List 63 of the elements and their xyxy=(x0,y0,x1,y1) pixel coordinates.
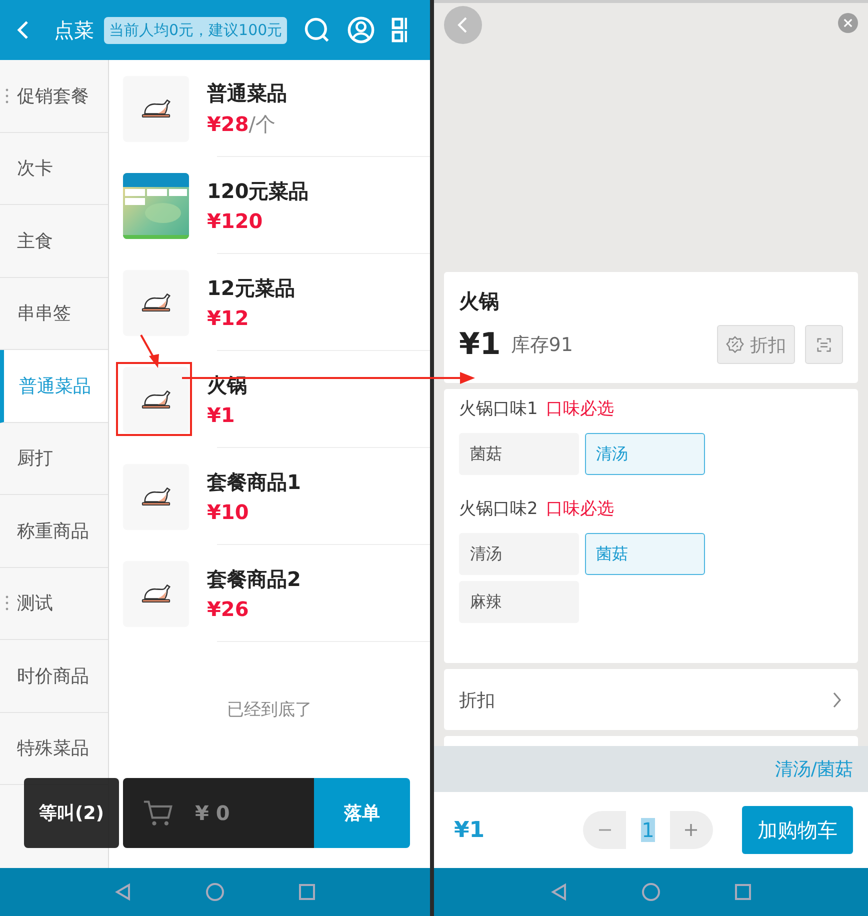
product-row[interactable]: 套餐商品2 ¥26 xyxy=(109,545,430,642)
close-button[interactable] xyxy=(838,13,858,33)
discount-row[interactable]: 折扣 xyxy=(444,669,858,730)
category-item[interactable]: 测试 xyxy=(0,568,108,640)
close-icon xyxy=(842,17,854,29)
product-price: ¥28 xyxy=(207,112,249,136)
required-note: 口味必选 xyxy=(546,498,614,520)
home-icon[interactable] xyxy=(641,882,661,902)
scan-button[interactable] xyxy=(805,325,843,364)
back-icon[interactable] xyxy=(113,882,133,902)
product-price: ¥1 xyxy=(459,327,501,362)
option-group-title: 火锅口味1 xyxy=(459,398,538,420)
category-item[interactable]: 称重商品 xyxy=(0,495,108,568)
cart-total: ¥ 0 xyxy=(195,801,230,825)
option-chip[interactable]: 麻辣 xyxy=(459,581,579,623)
category-item[interactable]: 主食 xyxy=(0,205,108,278)
annotation-arrow xyxy=(140,334,159,368)
user-icon[interactable] xyxy=(347,16,376,44)
product-name: 普通菜品 xyxy=(207,80,287,106)
back-icon[interactable] xyxy=(549,882,569,902)
category-item[interactable]: 厨打 xyxy=(0,422,108,495)
stock-label: 库存91 xyxy=(510,332,573,358)
plus-icon xyxy=(684,823,698,837)
option-chip[interactable]: 菌菇 xyxy=(459,433,579,475)
product-name: 套餐商品2 xyxy=(207,566,301,593)
category-item[interactable]: 次卡 xyxy=(0,132,108,205)
home-icon[interactable] xyxy=(205,882,225,902)
product-name: 120元菜品 xyxy=(207,178,309,205)
product-name: 套餐商品1 xyxy=(207,469,301,496)
drag-handle-icon[interactable] xyxy=(5,88,9,104)
back-button[interactable] xyxy=(444,6,482,44)
end-of-list-note: 已经到底了 xyxy=(226,699,313,721)
cart-icon[interactable] xyxy=(143,798,173,828)
product-row[interactable]: 套餐商品1 ¥10 xyxy=(109,448,430,545)
scan-icon xyxy=(817,338,831,352)
selection-summary: 清汤/菌菇 xyxy=(774,758,853,781)
price-unit: /个 xyxy=(248,110,276,138)
category-item[interactable]: 促销套餐 xyxy=(0,60,108,132)
required-note: 口味必选 xyxy=(546,398,614,420)
product-price: ¥10 xyxy=(207,500,249,524)
drag-handle-icon[interactable] xyxy=(5,595,9,612)
product-price: ¥1 xyxy=(207,403,235,427)
page-title: 点菜 xyxy=(54,16,94,44)
discount-badge-icon xyxy=(726,336,744,354)
total-price: ¥1 xyxy=(454,818,485,842)
option-chip[interactable]: 清汤 xyxy=(459,533,579,575)
recent-apps-icon[interactable] xyxy=(733,882,753,902)
product-price: ¥26 xyxy=(207,597,249,621)
product-name: 火锅 xyxy=(459,288,500,315)
search-icon[interactable] xyxy=(303,16,332,44)
product-row[interactable]: 120元菜品 ¥120 xyxy=(109,157,430,254)
product-price: ¥12 xyxy=(207,306,249,330)
budget-hint: 当前人均0元，建议100元 xyxy=(104,16,288,44)
cart-bar[interactable]: ¥ 0 xyxy=(123,778,314,848)
category-item[interactable]: 时价商品 xyxy=(0,640,108,712)
product-name: 12元菜品 xyxy=(207,275,295,302)
product-row[interactable]: 普通菜品 ¥28/个 xyxy=(109,60,430,157)
option-group-title: 火锅口味2 xyxy=(459,498,538,520)
product-row[interactable]: 12元菜品 ¥12 xyxy=(109,254,430,351)
wait-call-button[interactable]: 等叫(2) xyxy=(24,778,119,848)
recent-apps-icon[interactable] xyxy=(297,882,317,902)
product-price: ¥120 xyxy=(207,209,263,233)
chevron-right-icon xyxy=(832,690,842,708)
